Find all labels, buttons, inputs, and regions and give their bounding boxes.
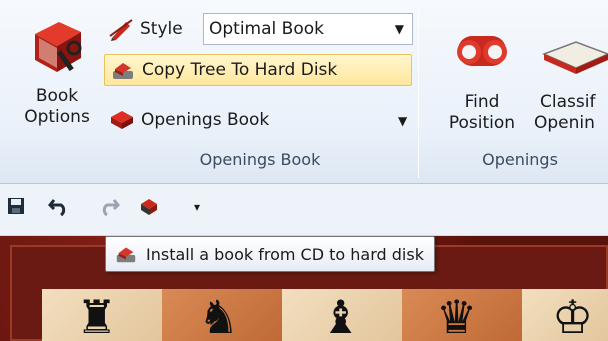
- chevron-down-icon: ▼: [394, 22, 404, 36]
- book-disk-icon: [113, 63, 133, 79]
- book-options-icon: [35, 22, 82, 72]
- openings-book-icon: [111, 111, 133, 129]
- book-options-button[interactable]: Book Options: [14, 16, 100, 128]
- style-label: Style: [140, 19, 183, 39]
- tooltip-text: Install a book from CD to hard disk: [146, 244, 424, 264]
- book-options-label-1: Book: [35, 86, 79, 106]
- classify-openings-label-1: Classif: [540, 92, 596, 112]
- find-position-button[interactable]: Find Position: [432, 24, 532, 134]
- classify-openings-label-2: Openin: [534, 113, 595, 133]
- quick-access-toolbar: ▾: [0, 184, 608, 236]
- openings-book-button[interactable]: Openings Book: [109, 104, 414, 136]
- black-bishop-piece[interactable]: ♝: [320, 294, 361, 340]
- black-queen-piece[interactable]: ♛: [436, 294, 477, 340]
- style-pen-icon: [109, 19, 133, 41]
- classify-openings-button[interactable]: Classif Openin: [532, 24, 608, 134]
- board-icon[interactable]: [138, 196, 160, 223]
- ribbon: Book Options Style Optimal Book ▼ Copy T…: [0, 0, 608, 184]
- binoculars-icon: [457, 36, 507, 66]
- openings-book-dropdown-icon[interactable]: ▼: [398, 114, 407, 128]
- open-book-icon: [542, 41, 608, 74]
- copy-tree-button[interactable]: Copy Tree To Hard Disk: [104, 54, 412, 86]
- white-king-piece[interactable]: ♔: [552, 294, 593, 340]
- book-options-label-2: Options: [24, 107, 90, 127]
- openings-group-label: Openings: [482, 150, 558, 169]
- style-value: Optimal Book: [209, 19, 324, 39]
- find-position-label-2: Position: [448, 113, 516, 133]
- openings-book-label: Openings Book: [141, 110, 270, 130]
- style-row: Style: [108, 13, 183, 45]
- black-knight-piece[interactable]: ♞: [198, 294, 239, 340]
- customize-toolbar-icon[interactable]: ▾: [194, 200, 200, 214]
- find-position-label-1: Find: [464, 92, 500, 112]
- save-icon[interactable]: [6, 196, 26, 221]
- copy-tree-tooltip: Install a book from CD to hard disk: [105, 236, 435, 272]
- group-divider: [418, 8, 419, 178]
- black-rook-piece[interactable]: ♜: [76, 294, 117, 340]
- copy-tree-label: Copy Tree To Hard Disk: [142, 60, 338, 80]
- book-disk-icon: [116, 247, 136, 263]
- redo-icon[interactable]: [98, 196, 121, 221]
- undo-icon[interactable]: [47, 196, 70, 221]
- openings-book-group-label: Openings Book: [199, 150, 321, 169]
- style-dropdown[interactable]: Optimal Book ▼: [203, 13, 413, 45]
